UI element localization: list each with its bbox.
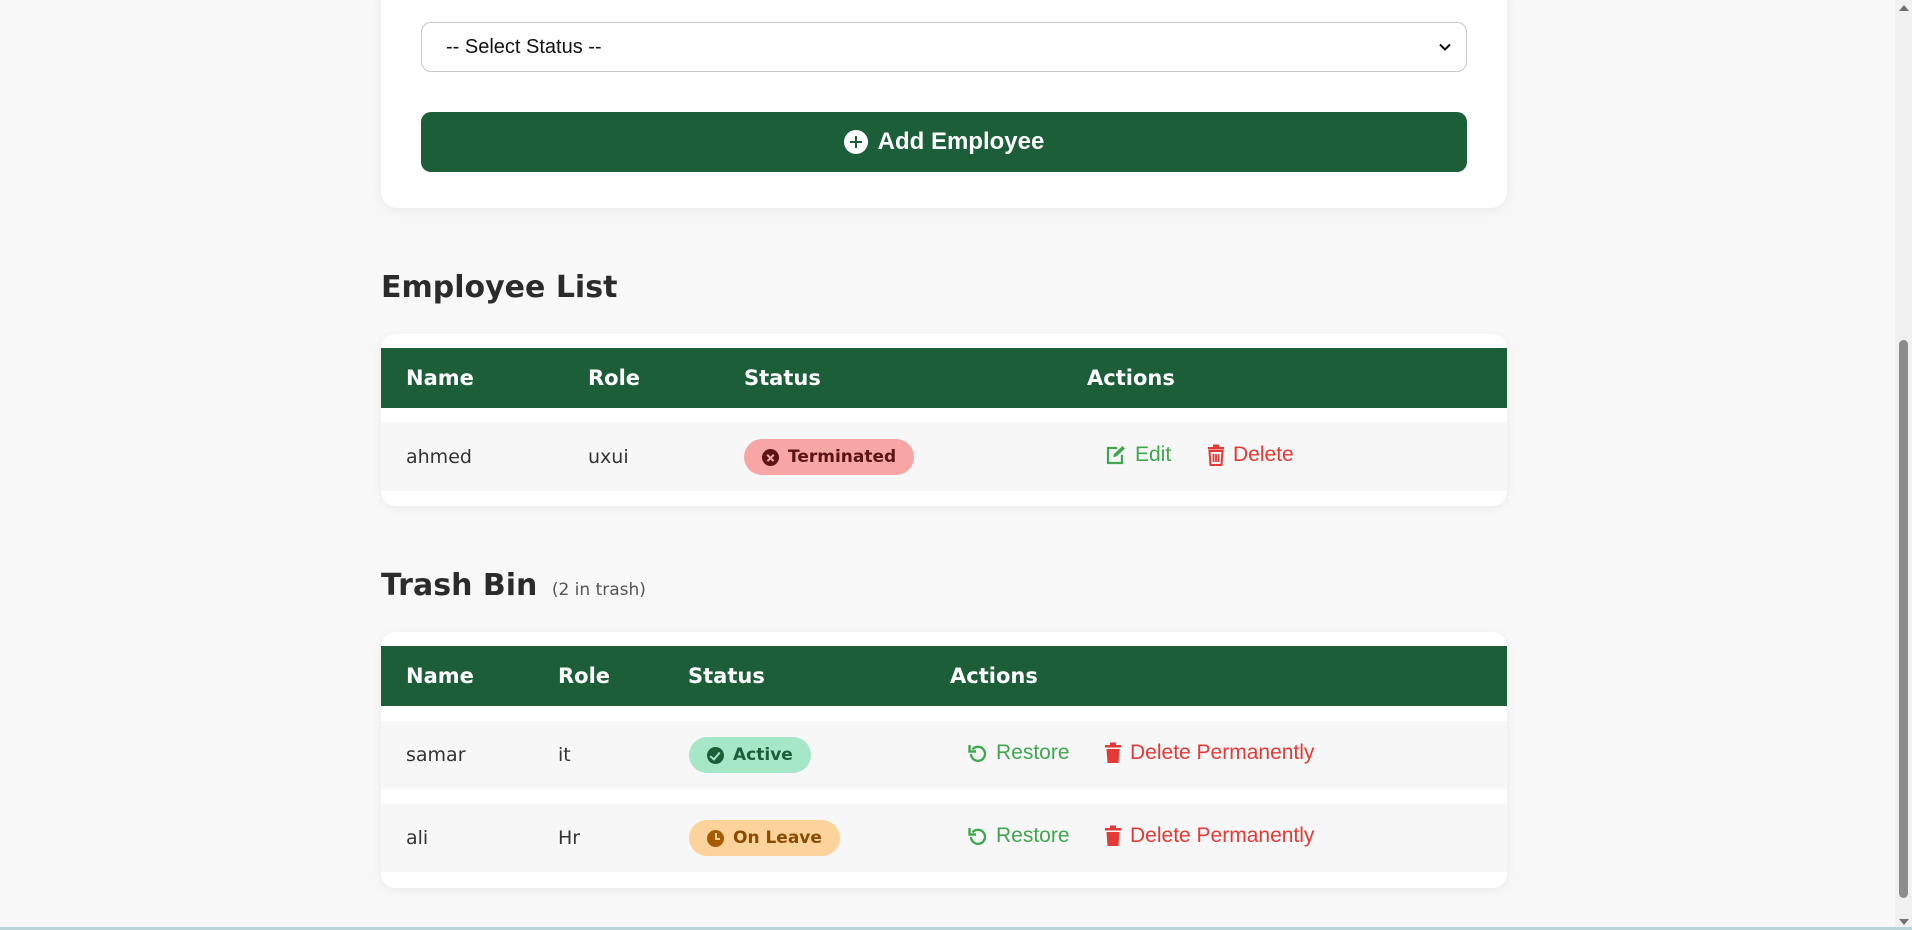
- employee-name: ali: [406, 827, 429, 849]
- vertical-scrollbar[interactable]: [1895, 0, 1912, 930]
- column-actions: Actions: [950, 664, 1038, 688]
- delete-permanently-button[interactable]: Delete Permanently: [1104, 824, 1314, 848]
- trash-count: (2 in trash): [551, 580, 646, 600]
- trash-icon: [1208, 444, 1224, 466]
- edit-icon: [1106, 446, 1125, 465]
- table-row: ahmed uxui Terminated Edit Delete: [381, 423, 1507, 491]
- table-row: samar it Active Restore Delete Permanent…: [381, 721, 1507, 789]
- trash-bin-title: Trash Bin (2 in trash): [381, 568, 646, 603]
- status-badge: Active: [689, 737, 811, 773]
- plus-circle-icon: [843, 130, 868, 154]
- column-status: Status: [744, 366, 821, 390]
- restore-button[interactable]: Restore: [968, 741, 1070, 765]
- employee-role: uxui: [588, 446, 629, 468]
- employee-role: it: [558, 744, 571, 766]
- employee-name: ahmed: [406, 446, 472, 468]
- add-employee-form: -- Select Status -- Add Employee: [381, 0, 1507, 208]
- employee-list-table: Name Role Status Actions ahmed uxui Term…: [381, 334, 1507, 506]
- undo-icon: [968, 745, 987, 763]
- column-role: Role: [558, 664, 611, 688]
- status-badge: Terminated: [744, 439, 915, 475]
- delete-button[interactable]: Delete: [1207, 443, 1294, 467]
- column-role: Role: [588, 366, 641, 390]
- table-header: Name Role Status Actions: [381, 646, 1507, 706]
- employee-name: samar: [406, 744, 466, 766]
- status-select-value: -- Select Status --: [446, 35, 602, 58]
- clock-icon: [707, 829, 724, 847]
- column-name: Name: [406, 366, 474, 390]
- column-actions: Actions: [1087, 366, 1175, 390]
- scrollbar-thumb[interactable]: [1899, 340, 1908, 898]
- check-circle-icon: [707, 746, 724, 764]
- employee-role: Hr: [558, 827, 581, 849]
- edit-button[interactable]: Edit: [1105, 443, 1171, 467]
- scroll-down-icon[interactable]: [1899, 919, 1909, 925]
- add-employee-button[interactable]: Add Employee: [421, 112, 1467, 172]
- scroll-up-icon[interactable]: [1899, 5, 1909, 11]
- trash-icon: [1105, 825, 1121, 846]
- employee-list-title: Employee List: [381, 270, 618, 305]
- trash-icon: [1105, 742, 1121, 763]
- status-select[interactable]: -- Select Status --: [421, 22, 1467, 72]
- column-name: Name: [406, 664, 474, 688]
- x-circle-icon: [762, 448, 779, 466]
- status-badge: On Leave: [689, 820, 840, 856]
- table-row: ali Hr On Leave Restore Delete Permanent…: [381, 804, 1507, 872]
- undo-icon: [968, 828, 987, 846]
- trash-bin-table: Name Role Status Actions samar it Active…: [381, 632, 1507, 888]
- add-employee-label: Add Employee: [877, 128, 1045, 155]
- column-status: Status: [688, 664, 765, 688]
- delete-permanently-button[interactable]: Delete Permanently: [1104, 741, 1314, 765]
- table-header: Name Role Status Actions: [381, 348, 1507, 408]
- restore-button[interactable]: Restore: [968, 824, 1070, 848]
- chevron-down-icon: [1439, 43, 1451, 51]
